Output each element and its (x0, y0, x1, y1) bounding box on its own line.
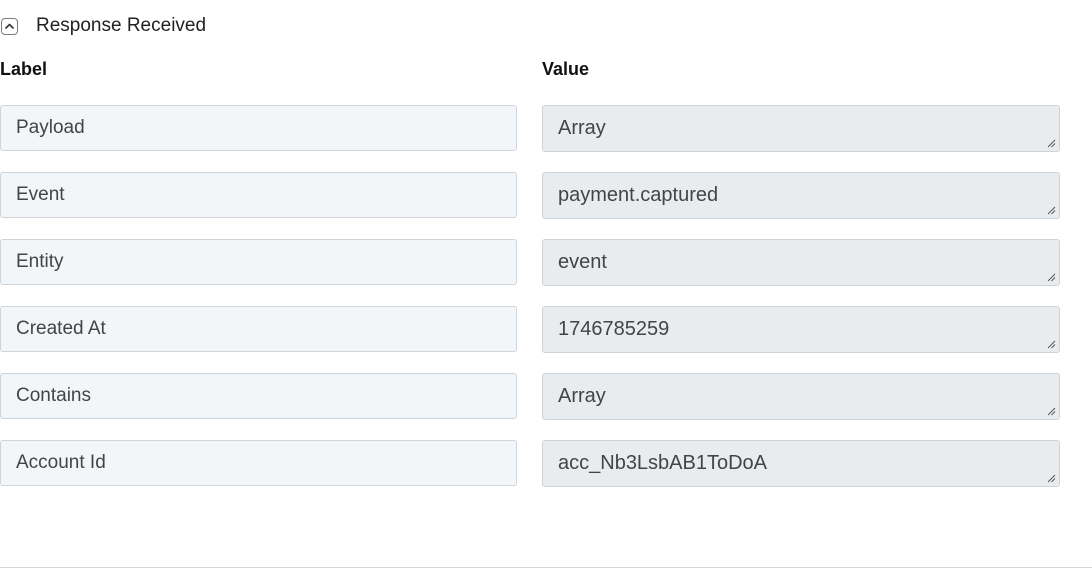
field-value-textarea[interactable]: Array (542, 105, 1060, 152)
field-value-textarea[interactable]: 1746785259 (542, 306, 1060, 353)
field-value-textarea[interactable]: acc_Nb3LsbAB1ToDoA (542, 440, 1060, 487)
field-row-payload: Payload Array (0, 105, 1092, 172)
field-label-input[interactable]: Contains (0, 373, 517, 419)
field-value-text: 1746785259 (558, 318, 670, 340)
resize-grip-icon[interactable] (1047, 206, 1056, 215)
field-row-contains: Contains Array (0, 373, 1092, 440)
section-title: Response Received (36, 15, 207, 36)
value-column-header: Value (542, 59, 590, 79)
field-label-input[interactable]: Entity (0, 239, 517, 285)
field-value-text: acc_Nb3LsbAB1ToDoA (558, 452, 768, 474)
field-value-textarea[interactable]: event (542, 239, 1060, 286)
field-row-created-at: Created At 1746785259 (0, 306, 1092, 373)
field-label-input[interactable]: Created At (0, 306, 517, 352)
field-label-input[interactable]: Payload (0, 105, 517, 151)
chevron-up-icon[interactable] (1, 17, 18, 35)
field-label-input[interactable]: Event (0, 172, 517, 218)
label-column-header: Label (0, 59, 48, 79)
field-value-text: payment.captured (558, 184, 719, 206)
divider (0, 567, 1092, 568)
field-value-textarea[interactable]: Array (542, 373, 1060, 420)
field-row-account-id: Account Id acc_Nb3LsbAB1ToDoA (0, 440, 1092, 507)
section-header: Response Received (0, 12, 206, 40)
resize-grip-icon[interactable] (1047, 407, 1056, 416)
response-panel: Response Received Label Value Payload Ar… (0, 0, 1092, 569)
field-list: Payload Array Event payment.captured Ent… (0, 105, 1092, 507)
resize-grip-icon[interactable] (1047, 340, 1056, 349)
field-row-event: Event payment.captured (0, 172, 1092, 239)
resize-grip-icon[interactable] (1047, 273, 1056, 282)
field-value-text: Array (558, 385, 606, 407)
resize-grip-icon[interactable] (1047, 474, 1056, 483)
field-value-text: Array (558, 117, 606, 139)
resize-grip-icon[interactable] (1047, 139, 1056, 148)
field-value-textarea[interactable]: payment.captured (542, 172, 1060, 219)
field-row-entity: Entity event (0, 239, 1092, 306)
field-label-input[interactable]: Account Id (0, 440, 517, 486)
field-value-text: event (558, 251, 607, 273)
